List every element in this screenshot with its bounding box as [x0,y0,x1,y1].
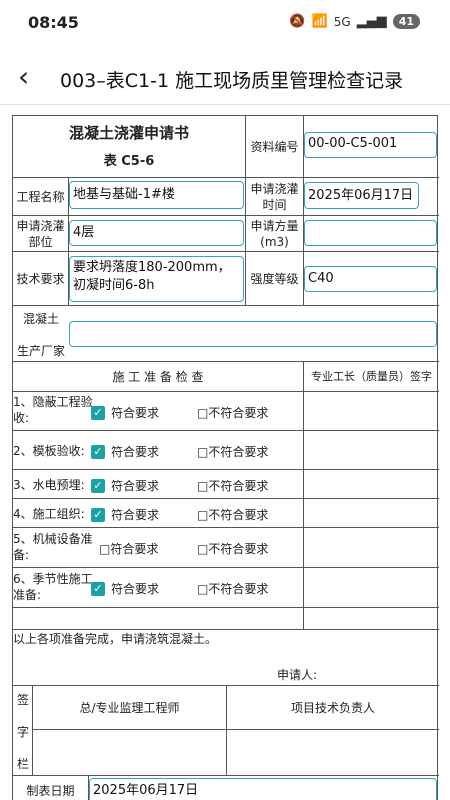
grade-label: 强度等级 [246,252,304,306]
battery-badge: 41 [392,14,420,29]
check-not-ok-6[interactable]: □不符合要求 [197,580,268,597]
foreman-sign-header: 专业工长（质量员）签字 [304,362,439,392]
maker-cell [69,306,439,362]
grade-input[interactable]: C40 [304,266,437,292]
check-row-3: 3、水电预埋: ✓ 符合要求 □不符合要求 [13,470,304,499]
pour-time-label: 申请浇灌时间 [246,178,304,216]
sign-char-2: 字 [16,725,29,739]
checkbox-checked-icon: ✓ [91,444,105,459]
check-ok-6[interactable]: ✓ 符合要求 [91,580,159,597]
check-ok-3[interactable]: ✓ 符合要求 [91,477,159,494]
supervisor-label: 总/专业监理工程师 [33,686,227,730]
date-label: 制表日期 [13,776,89,800]
doc-no-input[interactable]: 00-00-C5-001 [304,132,437,158]
grade-cell: C40 [304,252,439,306]
status-time: 08:45 [28,13,79,32]
checkbox-checked-icon: ✓ [91,581,105,596]
header-divider [0,104,450,105]
check-label-1: 1、隐蔽工程验收: [13,395,93,425]
checkbox-checked-icon: ✓ [91,405,105,420]
summary-text: 以上各项准备完成，申请浇筑混凝土。 [13,632,218,646]
check-row-6: 6、季节性施工准备: ✓ 符合要求 □不符合要求 [13,568,304,608]
form-title-cell: 混凝土浇灌申请书 表 C5-6 [13,116,246,178]
pour-part-input[interactable]: 4层 [69,220,244,246]
pour-time-cell: 2025年06月17日 [304,178,439,216]
project-cell: 地基与基础-1#楼 [69,178,246,216]
applicant-label: 申请人: [277,668,318,682]
foreman-sign-2[interactable] [304,431,439,470]
check-label-6: 6、季节性施工准备: [13,572,93,602]
maker-label-cell: 混凝土 生产厂家 [13,306,69,362]
network-label: 5G [333,14,351,29]
signal-icon: ▂▄▆ [356,14,387,29]
check-ok-2[interactable]: ✓ 符合要求 [91,443,159,460]
pour-part-label: 申请浇灌部位 [13,216,69,252]
check-not-ok-4[interactable]: □不符合要求 [197,506,268,523]
page-title: 003–表C1-1 施工现场质里管理检查记录 [60,70,404,92]
form-subtitle: 表 C5-6 [103,154,155,169]
page-header: ‹ 003–表C1-1 施工现场质里管理检查记录 [0,56,450,100]
tech-input[interactable]: 要求坍落度180-200mm，初凝时间6-8h [69,256,244,302]
check-ok-4[interactable]: ✓ 符合要求 [91,506,159,523]
check-row-4: 4、施工组织: ✓ 符合要求 □不符合要求 [13,499,304,528]
supervisor-sign[interactable] [33,730,227,776]
sign-char-3: 栏 [16,757,29,771]
check-label-5: 5、机械设备准备: [13,532,93,562]
check-not-ok-3[interactable]: □不符合要求 [197,477,268,494]
prep-check-header: 施 工 准 备 检 查 [13,362,304,392]
mute-icon: 🔕 [289,14,306,29]
date-input[interactable]: 2025年06月17日 [89,778,437,800]
check-ok-5[interactable]: □符合要求 [99,540,158,557]
check-not-ok-1[interactable]: □不符合要求 [197,404,268,421]
foreman-sign-4[interactable] [304,499,439,528]
project-input[interactable]: 地基与基础-1#楼 [69,181,244,209]
checkbox-checked-icon: ✓ [91,507,105,522]
foreman-sign-1[interactable] [304,392,439,431]
check-row-empty [13,608,304,630]
maker-label-1: 混凝土 [22,312,59,326]
check-label-4: 4、施工组织: [13,507,85,521]
check-not-ok-2[interactable]: □不符合要求 [197,443,268,460]
doc-no-cell: 00-00-C5-001 [304,116,439,178]
foreman-sign-5[interactable] [304,528,439,568]
check-row-1: 1、隐蔽工程验收: ✓ 符合要求 □不符合要求 [13,392,304,431]
maker-input[interactable] [69,321,437,347]
check-row-5: 5、机械设备准备: □符合要求 □不符合要求 [13,528,304,568]
check-label-3: 3、水电预埋: [13,478,85,492]
volume-label: 申请方量(m3) [246,216,304,252]
date-cell: 2025年06月17日 [89,776,439,800]
tech-cell: 要求坍落度180-200mm，初凝时间6-8h [69,252,246,306]
pour-time-input[interactable]: 2025年06月17日 [304,182,419,209]
foreman-sign-empty [304,608,439,630]
sign-column: 签 字 栏 [13,686,33,776]
back-icon[interactable]: ‹ [18,62,50,94]
volume-cell [304,216,439,252]
check-label-2: 2、模板验收: [13,444,85,458]
tech-label: 技术要求 [13,252,69,306]
form-title: 混凝土浇灌申请书 [68,124,189,142]
tech-lead-sign[interactable] [227,730,439,776]
check-row-2: 2、模板验收: ✓ 符合要求 □不符合要求 [13,431,304,470]
checkbox-checked-icon: ✓ [91,478,105,493]
tech-lead-label: 项目技术负责人 [227,686,439,730]
foreman-sign-3[interactable] [304,470,439,499]
summary-cell: 以上各项准备完成，申请浇筑混凝土。 申请人: [13,630,439,686]
project-label: 工程名称 [13,178,69,216]
status-icons: 🔕 📶 5G ▂▄▆ 41 [289,14,420,29]
wifi-icon: 📶 [311,14,328,29]
maker-label-2: 生产厂家 [16,344,65,358]
check-not-ok-5[interactable]: □不符合要求 [197,540,268,557]
sign-char-1: 签 [16,693,29,707]
status-bar: 08:45 🔕 📶 5G ▂▄▆ 41 [0,0,450,44]
volume-input[interactable] [304,220,437,246]
pour-part-cell: 4层 [69,216,246,252]
check-ok-1[interactable]: ✓ 符合要求 [91,404,159,421]
concrete-pour-form: 混凝土浇灌申请书 表 C5-6 资料编号 00-00-C5-001 工程名称 地… [12,115,439,800]
doc-no-label: 资料编号 [246,116,304,178]
foreman-sign-6[interactable] [304,568,439,608]
